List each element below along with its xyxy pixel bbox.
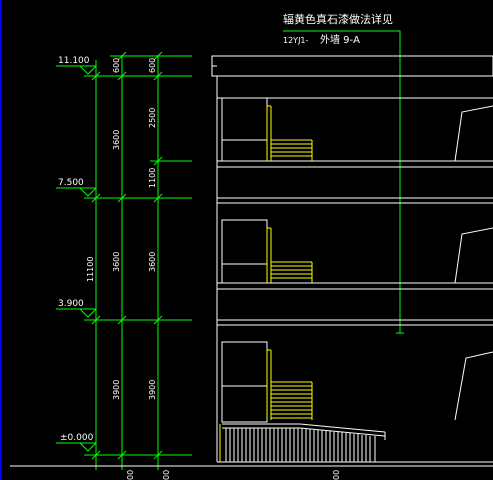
level-label: 11.100 [58,56,90,66]
dim-text: 2500 [148,108,157,128]
note-title: 辐黄色真石漆做法详见 [283,12,393,26]
dim-text: 600 [112,58,121,73]
window-floor1 [221,341,268,423]
note-ref-item: 外墙 9-A [320,33,360,46]
dim-text: 3900 [148,380,157,400]
material-note: 辐黄色真石漆做法详见 12YJ1- 外墙 9-A [283,12,404,334]
dim-text: 00 [126,470,135,480]
dim-text: 3600 [112,252,121,272]
building-elevation [10,55,493,467]
dim-text: 00 [332,470,341,480]
dim-text: 3600 [112,130,121,150]
dim-text: 3600 [148,252,157,272]
cad-elevation-drawing: 辐黄色真石漆做法详见 12YJ1- 外墙 9-A 11.100 7.500 3.… [0,0,493,480]
dim-text: 600 [148,58,157,73]
level-mark-3900: 3.900 [56,299,97,318]
window-floor3 [221,97,268,162]
dim-text: 1100 [148,168,157,188]
railings [219,105,313,462]
dimension-labels: 600 3600 3600 3900 600 2500 1100 3600 39… [86,58,341,480]
level-mark-11100: 11.100 [56,56,97,75]
ground-fence [222,423,386,462]
dim-text: 3900 [112,380,121,400]
dimension-chains [84,51,192,470]
dim-text: 00 [162,470,171,480]
window-floor2 [221,219,268,284]
level-mark-0: ±0.000 [56,433,97,452]
level-mark-7500: 7.500 [56,178,97,197]
roof-parapet [211,55,493,77]
dim-total-text: 11100 [86,257,95,282]
level-label: 7.500 [58,178,84,188]
level-label: 3.900 [58,299,84,309]
note-ref-code: 12YJ1- [283,36,309,45]
level-markers: 11.100 7.500 3.900 ±0.000 [56,56,97,452]
level-label: ±0.000 [60,433,94,443]
